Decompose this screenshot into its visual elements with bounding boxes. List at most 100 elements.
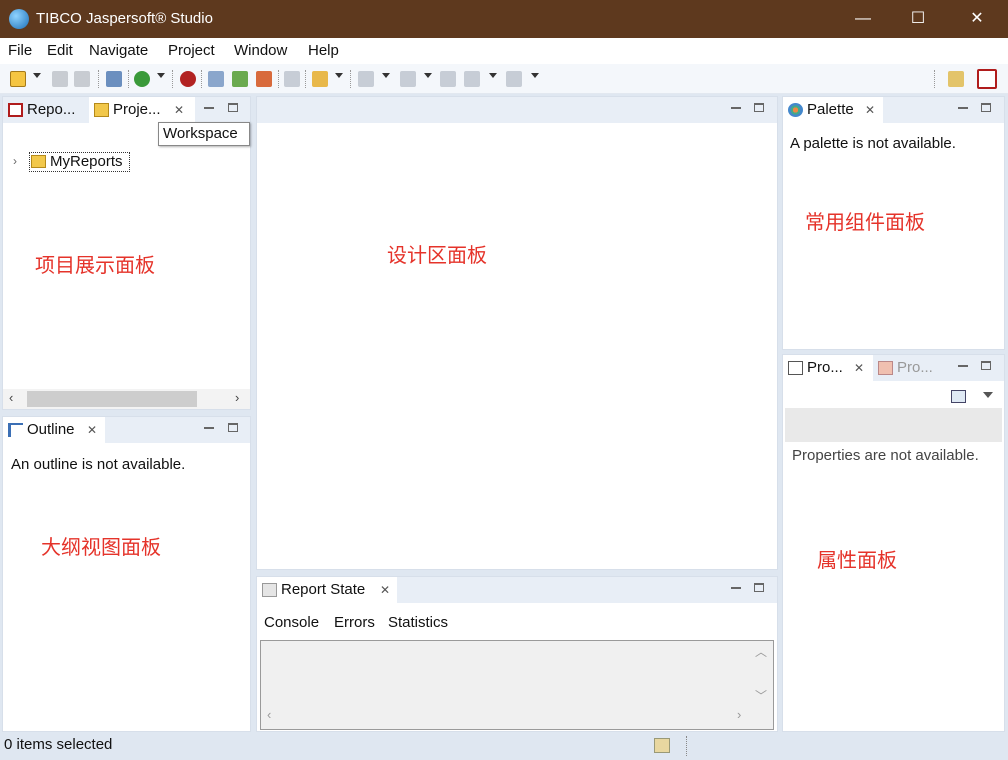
menu-bar: File Edit Navigate Project Window Help	[0, 38, 1008, 64]
scroll-down-icon[interactable]: ﹀	[755, 687, 767, 704]
back-arrow-icon[interactable]	[464, 71, 480, 87]
debug-bug-icon[interactable]	[180, 71, 196, 87]
minimize-view-icon[interactable]	[958, 365, 968, 367]
scroll-right-icon[interactable]: ›	[737, 707, 741, 722]
properties-header-bar	[785, 408, 1002, 442]
binary-icon[interactable]	[106, 71, 122, 87]
toolbar-separator	[350, 70, 351, 88]
last-edit-location-icon[interactable]	[440, 71, 456, 87]
palette-empty-message: A palette is not available.	[790, 135, 956, 152]
save-all-icon[interactable]	[74, 71, 90, 87]
minimize-view-icon[interactable]	[204, 427, 214, 429]
palette-icon	[788, 103, 803, 117]
horizontal-scrollbar[interactable]: ‹ ›	[3, 389, 250, 409]
design-area-tabbar	[257, 97, 777, 123]
properties-table-icon	[788, 361, 803, 375]
menu-window[interactable]: Window	[234, 42, 287, 59]
menu-file[interactable]: File	[8, 42, 32, 59]
tab-report-state[interactable]: Report State	[257, 577, 397, 603]
maximize-view-icon[interactable]	[754, 103, 764, 112]
next-annotation-dropdown-icon[interactable]	[382, 73, 390, 78]
run-icon[interactable]	[134, 71, 150, 87]
menu-navigate[interactable]: Navigate	[89, 42, 148, 59]
tab-palette-label: Palette	[807, 101, 854, 118]
outline-icon	[8, 423, 23, 437]
toolbar-separator	[172, 70, 173, 88]
palette-tabbar: Palette ✕	[783, 97, 1004, 123]
minimize-view-icon[interactable]	[958, 107, 968, 109]
report-state-icon	[262, 583, 277, 597]
maximize-view-icon[interactable]	[754, 583, 764, 592]
window-title: TIBCO Jaspersoft® Studio	[36, 10, 213, 27]
scroll-up-icon[interactable]: ︿	[755, 643, 767, 660]
close-tab-icon[interactable]: ✕	[174, 97, 184, 123]
new-report-icon[interactable]	[208, 71, 224, 87]
tab-properties-secondary[interactable]: Pro...	[873, 355, 943, 381]
scroll-left-icon[interactable]: ‹	[267, 707, 271, 722]
new-data-adapter-icon[interactable]	[232, 71, 248, 87]
maximize-view-icon[interactable]	[981, 361, 991, 370]
tab-repository[interactable]: Repo...	[3, 97, 88, 123]
minimize-view-icon[interactable]	[731, 107, 741, 109]
minimize-button[interactable]: —	[840, 0, 886, 38]
project-explorer-icon	[94, 103, 109, 117]
next-annotation-icon[interactable]	[358, 71, 374, 87]
prev-annotation-dropdown-icon[interactable]	[424, 73, 432, 78]
edit-report-icon[interactable]	[256, 71, 272, 87]
palette-panel: Palette ✕ A palette is not available. 常用…	[782, 96, 1005, 350]
view-menu-icon[interactable]	[983, 392, 993, 398]
maximize-view-icon[interactable]	[228, 423, 238, 432]
palette-panel-note: 常用组件面板	[805, 210, 925, 234]
close-tab-icon[interactable]: ✕	[865, 97, 875, 123]
back-dropdown-icon[interactable]	[489, 73, 497, 78]
forward-dropdown-icon[interactable]	[531, 73, 539, 78]
folder-icon	[31, 155, 46, 168]
export-icon[interactable]	[284, 71, 300, 87]
maximize-view-icon[interactable]	[981, 103, 991, 112]
tab-properties-label: Pro...	[807, 359, 843, 376]
new-file-icon[interactable]	[10, 71, 26, 87]
prev-annotation-icon[interactable]	[400, 71, 416, 87]
maximize-view-icon[interactable]	[228, 103, 238, 112]
report-state-textarea[interactable]: ︿ ﹀ ‹ ›	[260, 640, 774, 730]
design-area-panel: 设计区面板	[256, 96, 778, 570]
report-state-tabbar: Report State ✕	[257, 577, 777, 603]
close-button[interactable]: ✕	[954, 0, 1000, 38]
run-dropdown-icon[interactable]	[157, 73, 165, 78]
toolbar-separator	[305, 70, 306, 88]
expand-chevron-icon[interactable]: ›	[13, 154, 17, 168]
subtab-console[interactable]: Console	[264, 614, 319, 631]
title-bar: TIBCO Jaspersoft® Studio — ☐ ✕	[0, 0, 1008, 38]
forward-arrow-icon[interactable]	[506, 71, 522, 87]
main-toolbar	[0, 64, 1008, 94]
jaspersoft-logo-icon	[9, 9, 29, 29]
report-design-perspective-icon[interactable]	[977, 69, 997, 89]
scroll-left-icon[interactable]: ‹	[9, 390, 13, 405]
tab-project-explorer-label: Proje...	[113, 101, 161, 118]
scroll-right-icon[interactable]: ›	[235, 390, 239, 405]
close-tab-icon[interactable]: ✕	[854, 355, 864, 381]
wand-icon[interactable]	[312, 71, 328, 87]
menu-help[interactable]: Help	[308, 42, 339, 59]
subtab-errors[interactable]: Errors	[334, 614, 375, 631]
close-tab-icon[interactable]: ✕	[380, 577, 390, 603]
outline-panel-note: 大纲视图面板	[41, 535, 161, 559]
toolbar-separator	[278, 70, 279, 88]
minimize-view-icon[interactable]	[731, 587, 741, 589]
scrollbar-thumb[interactable]	[27, 391, 197, 407]
close-tab-icon[interactable]: ✕	[87, 417, 97, 443]
new-wizard-icon[interactable]	[654, 738, 670, 753]
minimize-view-icon[interactable]	[204, 107, 214, 109]
wand-dropdown-icon[interactable]	[335, 73, 343, 78]
new-dropdown-icon[interactable]	[33, 73, 41, 78]
pin-view-icon[interactable]	[951, 390, 966, 403]
maximize-button[interactable]: ☐	[895, 0, 941, 38]
save-icon[interactable]	[52, 71, 68, 87]
subtab-statistics[interactable]: Statistics	[388, 614, 448, 631]
report-state-panel: Report State ✕ Console Errors Statistics…	[256, 576, 778, 732]
open-perspective-icon[interactable]	[948, 71, 964, 87]
menu-project[interactable]: Project	[168, 42, 215, 59]
toolbar-separator	[128, 70, 129, 88]
menu-edit[interactable]: Edit	[47, 42, 73, 59]
tree-item-myreports[interactable]: MyReports	[29, 152, 130, 172]
